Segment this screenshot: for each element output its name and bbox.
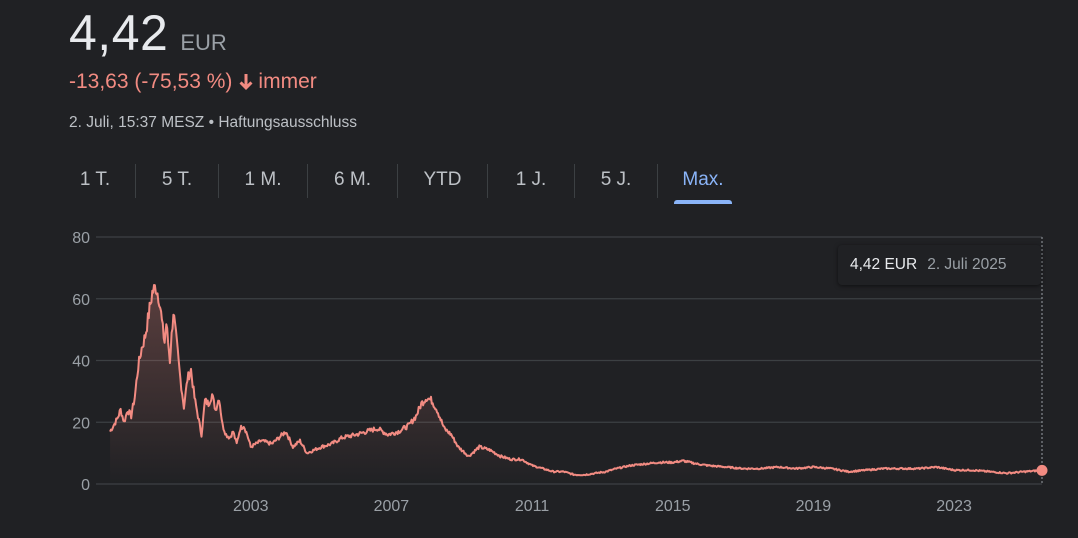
price-change: -13,63 (-75,53 %)	[69, 70, 233, 93]
meta-separator: •	[208, 114, 215, 131]
y-tick-label: 60	[72, 292, 90, 309]
tab-spacer	[658, 162, 674, 204]
disclaimer-link[interactable]: Haftungsausschluss	[218, 114, 357, 131]
price-tooltip: 4,42 EUR 2. Juli 2025	[838, 245, 1041, 285]
x-axis: 2003 2007 2011 2015 2019 2023	[233, 498, 972, 515]
change-period: immer	[258, 70, 317, 93]
x-tick-label: 2023	[936, 498, 972, 515]
y-tick-label: 20	[72, 415, 90, 432]
price-series	[109, 284, 1043, 484]
x-tick-label: 2015	[655, 498, 691, 515]
y-tick-label: 80	[72, 230, 90, 247]
price-line	[109, 284, 1043, 477]
y-axis: 0 20 40 60 80	[72, 230, 90, 494]
current-price: 4,42	[69, 5, 169, 61]
price-row: 4,42 EUR	[69, 4, 227, 62]
x-tick-label: 2003	[233, 498, 269, 515]
price-area	[110, 285, 1043, 484]
range-tabs: 1 T. 5 T. 1 M. 6 M. YTD 1 J. 5 J. Max.	[55, 162, 732, 204]
tab-1-month[interactable]: 1 M.	[219, 162, 307, 204]
tab-6-months[interactable]: 6 M.	[308, 162, 397, 204]
x-tick-label: 2019	[796, 498, 832, 515]
tab-5-days[interactable]: 5 T.	[136, 162, 218, 204]
arrow-down-icon	[238, 73, 254, 91]
tab-1-year[interactable]: 1 J.	[488, 162, 574, 204]
tab-max[interactable]: Max.	[674, 162, 732, 204]
tooltip-date: 2. Juli 2025	[927, 256, 1007, 273]
quote-meta: 2. Juli, 15:37 MESZ • Haftungsausschluss	[69, 114, 357, 132]
tab-5-years[interactable]: 5 J.	[575, 162, 657, 204]
tab-ytd[interactable]: YTD	[398, 162, 487, 204]
currency-label: EUR	[180, 30, 227, 55]
y-tick-label: 40	[72, 354, 90, 371]
tab-1-day[interactable]: 1 T.	[55, 162, 135, 204]
y-tick-label: 0	[81, 477, 90, 494]
hover-point	[1036, 464, 1048, 476]
x-tick-label: 2011	[515, 498, 550, 515]
tooltip-value: 4,42 EUR	[850, 256, 918, 273]
price-change-row: -13,63 (-75,53 %) immer	[69, 70, 317, 94]
quote-timestamp: 2. Juli, 15:37 MESZ	[69, 114, 205, 131]
x-tick-label: 2007	[374, 498, 410, 515]
